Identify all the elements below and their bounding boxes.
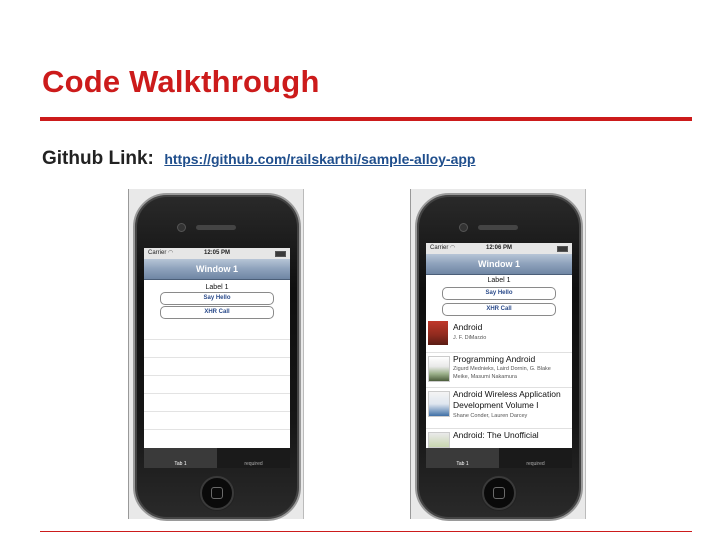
github-url-link[interactable]: https://github.com/railskarthi/sample-al… [164, 151, 475, 167]
book-title: Android Wireless Application [453, 389, 561, 399]
battery-icon [557, 246, 568, 252]
clock: 12:06 PM [485, 245, 512, 251]
left-screen: Carrier ◠ 12:05 PM Window 1 Label 1 Say … [144, 248, 290, 468]
nav-bar-title: Window 1 [144, 259, 290, 280]
status-bar: Carrier ◠ 12:06 PM [426, 243, 572, 254]
status-bar: Carrier ◠ 12:05 PM [144, 248, 290, 259]
nav-bar-title: Window 1 [426, 254, 572, 275]
table-row-divider [144, 339, 290, 340]
label-1: Label 1 [205, 284, 229, 291]
book-list-item[interactable]: Programming Android Zigurd Mednieks, Lai… [426, 353, 572, 388]
book-title: Android [453, 322, 483, 332]
xhr-call-button[interactable]: XHR Call [160, 306, 274, 319]
right-phone: Carrier ◠ 12:06 PM Window 1 Label 1 Say … [415, 193, 583, 521]
front-camera [177, 223, 186, 232]
slide-title: Code Walkthrough [42, 64, 320, 99]
tab-1[interactable]: Tab 1 [144, 448, 217, 468]
tab-bar: Tab 1 required [144, 448, 290, 468]
book-cover-image [428, 356, 450, 382]
tab-bar: Tab 1 required [426, 448, 572, 468]
book-title: Android: The Unofficial [453, 430, 539, 440]
book-authors: Meike, Masumi Nakamura [453, 374, 517, 380]
front-camera [459, 223, 468, 232]
home-button[interactable] [482, 476, 516, 510]
table-row-divider [144, 357, 290, 358]
title-divider [40, 117, 692, 121]
home-square-icon [493, 487, 505, 499]
say-hello-button[interactable]: Say Hello [160, 292, 274, 305]
book-list-item[interactable]: Android Wireless Application Development… [426, 388, 572, 429]
xhr-call-button[interactable]: XHR Call [442, 303, 556, 316]
table-row-divider [144, 411, 290, 412]
book-cover-image [428, 391, 450, 417]
battery-icon [275, 251, 286, 257]
earpiece [478, 225, 518, 230]
book-authors: Shane Conder, Lauren Darcey [453, 413, 528, 419]
table-row-divider [144, 429, 290, 430]
github-link-line: Github Link: https://github.com/railskar… [42, 148, 476, 170]
bottom-divider [40, 531, 692, 532]
book-list-item[interactable]: Android: The Unofficial [426, 429, 572, 449]
say-hello-button[interactable]: Say Hello [442, 287, 556, 300]
book-title: Programming Android [453, 354, 536, 364]
left-phone: Carrier ◠ 12:05 PM Window 1 Label 1 Say … [133, 193, 301, 521]
book-cover-image [428, 321, 448, 345]
label-1: Label 1 [487, 277, 511, 284]
home-button[interactable] [200, 476, 234, 510]
book-cover-image [428, 432, 450, 448]
tab-required[interactable]: required [499, 448, 572, 468]
table-row-divider [144, 393, 290, 394]
clock: 12:05 PM [203, 250, 230, 256]
tab-required[interactable]: required [217, 448, 290, 468]
book-authors: Zigurd Mednieks, Laird Dornin, G. Blake [453, 366, 551, 372]
tab-1[interactable]: Tab 1 [426, 448, 499, 468]
github-label: Github Link: [42, 148, 154, 169]
table-row-divider [144, 375, 290, 376]
book-list-item[interactable]: Android J. F. DiMarzio [426, 318, 572, 353]
right-screen: Carrier ◠ 12:06 PM Window 1 Label 1 Say … [426, 243, 572, 468]
home-square-icon [211, 487, 223, 499]
book-authors: J. F. DiMarzio [453, 335, 487, 341]
book-title-line-2: Development Volume I [453, 400, 539, 410]
earpiece [196, 225, 236, 230]
